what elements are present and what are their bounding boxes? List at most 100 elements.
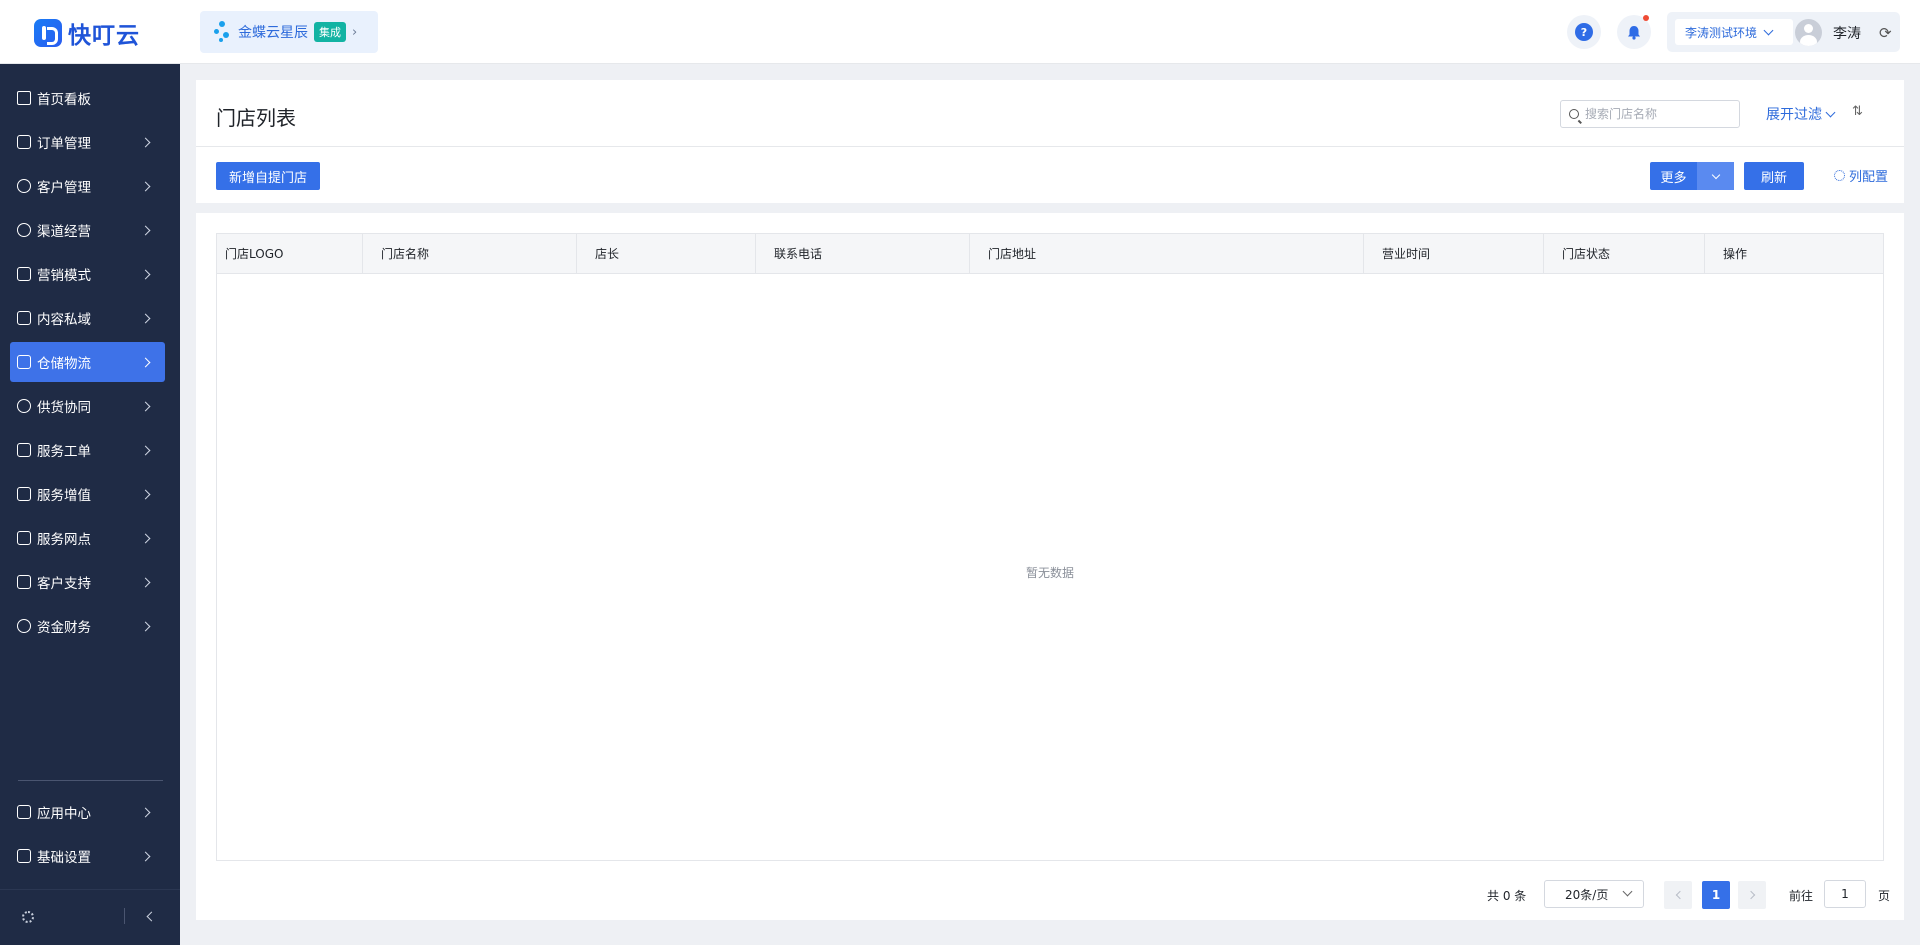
app-name: 快叮云 [68,23,140,49]
sidebar-item-label: 客户管理 [37,180,91,196]
add-pickup-store-button[interactable]: 新增自提门店 [216,162,320,190]
notification-badge [1643,15,1649,21]
column-header-logo[interactable]: 门店LOGO [217,234,363,274]
sidebar-item-channels[interactable]: 渠道经营 [10,210,165,250]
column-header-hours[interactable]: 营业时间 [1364,234,1544,274]
column-header-address[interactable]: 门店地址 [970,234,1364,274]
more-button[interactable]: 更多 [1650,162,1734,190]
chevron-right-icon: › [352,24,358,40]
pagination: 共 0 条 20条/页 1 前往 页 [196,878,1904,910]
chevron-down-icon [1622,886,1633,897]
refresh-icon[interactable]: ⟳ [1879,24,1892,42]
search-input[interactable] [1585,107,1725,121]
sidebar-item-label: 营销模式 [37,268,91,284]
goto-suffix: 页 [1878,889,1891,903]
sidebar-item-label: 服务增值 [37,488,91,504]
sidebar-item-marketing[interactable]: 营销模式 [10,254,165,294]
column-header-status[interactable]: 门店状态 [1544,234,1705,274]
sidebar-item-label: 内容私域 [37,312,91,328]
sidebar-item-finance[interactable]: 资金财务 [10,606,165,646]
chevron-right-icon [140,489,151,499]
next-page-button[interactable] [1738,881,1766,909]
yuan-icon [17,619,31,633]
column-header-phone[interactable]: 联系电话 [756,234,970,274]
user-panel: 李涛测试环境 李涛 ⟳ [1667,12,1900,52]
ticket-icon [17,443,31,457]
page-number-current[interactable]: 1 [1702,881,1730,909]
sort-icon[interactable]: ⇅ [1852,104,1863,119]
divider [196,146,1904,147]
sidebar-item-label: 渠道经营 [37,224,91,240]
column-header-manager[interactable]: 店长 [577,234,756,274]
search-box[interactable] [1560,100,1740,128]
sidebar-divider [18,780,163,781]
chevron-right-icon [140,445,151,455]
logo-icon [34,19,62,47]
warehouse-icon [17,355,31,369]
column-config-button[interactable]: 列配置 [1834,166,1888,185]
sidebar-item-customers[interactable]: 客户管理 [10,166,165,206]
collapse-sidebar-icon[interactable] [146,911,157,922]
sidebar-item-dashboard[interactable]: 首页看板 [10,78,165,118]
divider [124,908,125,924]
support-icon [17,575,31,589]
app-logo[interactable]: 快叮云 [34,16,140,50]
user-icon [17,179,31,193]
top-header: 快叮云 金蝶云星辰 集成 › ? 李涛测试环境 李涛 ⟳ [0,0,1920,64]
channel-icon [17,223,31,237]
store-list-panel: 门店LOGO 门店名称 店长 联系电话 门店地址 营业时间 门店状态 操作 暂无… [196,213,1904,920]
tag-icon [17,267,31,281]
user-name[interactable]: 李涛 [1833,23,1861,43]
gear-icon[interactable] [22,911,34,923]
sidebar-item-value-added[interactable]: 服务增值 [10,474,165,514]
sidebar-item-label: 仓储物流 [37,356,91,372]
sidebar-item-supply[interactable]: 供货协同 [10,386,165,426]
refresh-button[interactable]: 刷新 [1744,162,1804,190]
chevron-right-icon [140,181,151,191]
sidebar-item-service-points[interactable]: 服务网点 [10,518,165,558]
bell-icon [1628,25,1640,40]
integration-pill[interactable]: 金蝶云星辰 集成 › [200,11,378,53]
sidebar-footer [0,889,180,945]
more-dropdown-toggle[interactable] [1697,162,1734,190]
page-size-value: 20条/页 [1565,887,1609,902]
sidebar-item-content[interactable]: 内容私域 [10,298,165,338]
chevron-right-icon [140,225,151,235]
sidebar-item-support[interactable]: 客户支持 [10,562,165,602]
column-header-name[interactable]: 门店名称 [363,234,577,274]
chevron-right-icon [1746,890,1755,900]
sidebar-item-orders[interactable]: 订单管理 [10,122,165,162]
notification-button[interactable] [1617,15,1651,49]
sidebar-item-label: 供货协同 [37,400,91,416]
page-title: 门店列表 [216,106,296,130]
store-table: 门店LOGO 门店名称 店长 联系电话 门店地址 营业时间 门店状态 操作 暂无… [216,233,1884,861]
sidebar-item-app-center[interactable]: 应用中心 [10,792,165,832]
goto-page-input[interactable] [1824,880,1866,908]
integration-tag: 集成 [314,22,346,42]
expand-filter-label: 展开过滤 [1766,107,1822,123]
order-icon [17,135,31,149]
chevron-right-icon [140,137,151,147]
sidebar: 首页看板 订单管理 客户管理 渠道经营 营销模式 内容私域 仓储物流 供货协同 … [0,64,180,945]
page-size-select[interactable]: 20条/页 [1544,880,1644,908]
sidebar-item-label: 服务工单 [37,444,91,460]
avatar[interactable] [1795,19,1822,46]
environment-label: 李涛测试环境 [1685,25,1758,40]
sidebar-item-settings[interactable]: 基础设置 [10,836,165,876]
gear-icon [1834,170,1845,181]
environment-select[interactable]: 李涛测试环境 [1675,19,1793,45]
bag-icon [17,487,31,501]
chevron-right-icon [140,851,151,861]
expand-filter-button[interactable]: 展开过滤 [1766,104,1836,124]
kingdee-logo-icon [214,21,232,43]
total-count: 共 0 条 [1487,889,1527,903]
sidebar-item-label: 服务网点 [37,532,91,548]
prev-page-button[interactable] [1664,881,1692,909]
help-button[interactable]: ? [1567,15,1601,49]
empty-state: 暂无数据 [1025,566,1074,580]
chevron-down-icon [1825,107,1836,117]
table-header: 门店LOGO 门店名称 店长 联系电话 门店地址 营业时间 门店状态 操作 [217,234,1883,274]
sidebar-item-label: 资金财务 [37,620,91,636]
sidebar-item-service-tickets[interactable]: 服务工单 [10,430,165,470]
sidebar-item-warehouse[interactable]: 仓储物流 [10,342,165,382]
